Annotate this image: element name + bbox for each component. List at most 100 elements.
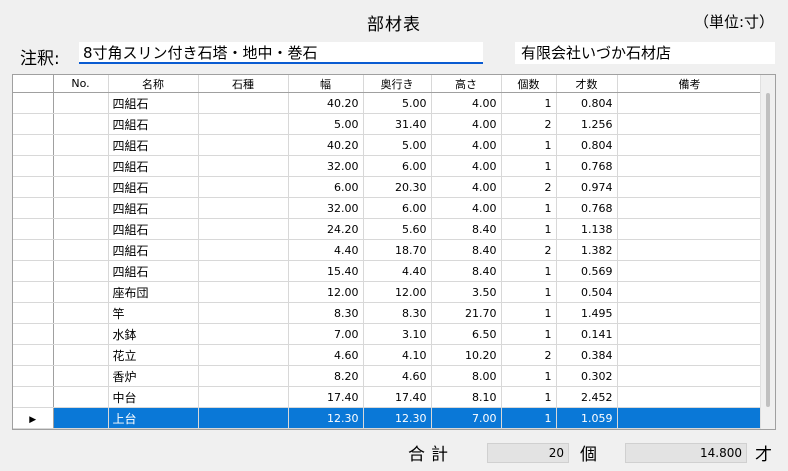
- cell-no[interactable]: [53, 344, 109, 366]
- cell-width[interactable]: 8.30: [288, 302, 364, 324]
- cell-no[interactable]: [53, 134, 109, 156]
- row-header[interactable]: [13, 239, 54, 261]
- row-header[interactable]: [13, 344, 54, 366]
- cell-stone[interactable]: [198, 134, 289, 156]
- cell-name[interactable]: 上台: [108, 407, 199, 429]
- row-header[interactable]: [13, 281, 54, 303]
- cell-depth[interactable]: 4.10: [363, 344, 432, 366]
- cell-no[interactable]: [53, 92, 109, 114]
- cell-width[interactable]: 4.60: [288, 344, 364, 366]
- table-row[interactable]: 四組石 4.40 18.70 8.40 2 1.382: [13, 239, 763, 261]
- cell-depth[interactable]: 4.60: [363, 365, 432, 387]
- row-header[interactable]: [13, 365, 54, 387]
- cell-height[interactable]: 8.40: [431, 260, 502, 282]
- row-header[interactable]: [13, 176, 54, 198]
- cell-name[interactable]: 四組石: [108, 239, 199, 261]
- cell-height[interactable]: 4.00: [431, 134, 502, 156]
- cell-note[interactable]: [617, 92, 763, 114]
- cell-sai[interactable]: 1.495: [556, 302, 618, 324]
- cell-stone[interactable]: [198, 302, 289, 324]
- cell-note[interactable]: [617, 134, 763, 156]
- col-header-name[interactable]: 名称: [108, 75, 199, 93]
- cell-stone[interactable]: [198, 281, 289, 303]
- cell-qty[interactable]: 2: [501, 176, 557, 198]
- cell-note[interactable]: [617, 365, 763, 387]
- cell-note[interactable]: [617, 155, 763, 177]
- cell-qty[interactable]: 1: [501, 260, 557, 282]
- cell-no[interactable]: [53, 281, 109, 303]
- cell-no[interactable]: [53, 323, 109, 345]
- cell-height[interactable]: 3.50: [431, 281, 502, 303]
- cell-no[interactable]: [53, 260, 109, 282]
- cell-depth[interactable]: 6.00: [363, 197, 432, 219]
- cell-no[interactable]: [53, 386, 109, 408]
- cell-name[interactable]: 四組石: [108, 197, 199, 219]
- cell-name[interactable]: 花立: [108, 344, 199, 366]
- cell-height[interactable]: 21.70: [431, 302, 502, 324]
- cell-width[interactable]: 32.00: [288, 197, 364, 219]
- cell-qty[interactable]: 1: [501, 407, 557, 429]
- cell-stone[interactable]: [198, 386, 289, 408]
- cell-height[interactable]: 8.10: [431, 386, 502, 408]
- cell-height[interactable]: 8.00: [431, 365, 502, 387]
- cell-qty[interactable]: 1: [501, 134, 557, 156]
- cell-stone[interactable]: [198, 176, 289, 198]
- cell-name[interactable]: 四組石: [108, 176, 199, 198]
- cell-note[interactable]: [617, 344, 763, 366]
- table-row[interactable]: 四組石 40.20 5.00 4.00 1 0.804: [13, 92, 763, 114]
- cell-stone[interactable]: [198, 113, 289, 135]
- col-header-qty[interactable]: 個数: [501, 75, 557, 93]
- cell-note[interactable]: [617, 323, 763, 345]
- cell-sai[interactable]: 0.974: [556, 176, 618, 198]
- cell-no[interactable]: [53, 407, 109, 429]
- cell-depth[interactable]: 20.30: [363, 176, 432, 198]
- row-header[interactable]: [13, 386, 54, 408]
- cell-note[interactable]: [617, 386, 763, 408]
- cell-sai[interactable]: 0.768: [556, 197, 618, 219]
- cell-height[interactable]: 4.00: [431, 113, 502, 135]
- cell-no[interactable]: [53, 155, 109, 177]
- cell-depth[interactable]: 18.70: [363, 239, 432, 261]
- cell-width[interactable]: 4.40: [288, 239, 364, 261]
- cell-width[interactable]: 7.00: [288, 323, 364, 345]
- cell-stone[interactable]: [198, 365, 289, 387]
- row-header[interactable]: [13, 155, 54, 177]
- row-header[interactable]: [13, 113, 54, 135]
- col-header-depth[interactable]: 奥行き: [363, 75, 432, 93]
- cell-qty[interactable]: 1: [501, 302, 557, 324]
- cell-stone[interactable]: [198, 407, 289, 429]
- cell-name[interactable]: 四組石: [108, 92, 199, 114]
- cell-sai[interactable]: 1.138: [556, 218, 618, 240]
- cell-stone[interactable]: [198, 92, 289, 114]
- cell-stone[interactable]: [198, 344, 289, 366]
- cell-sai[interactable]: 0.384: [556, 344, 618, 366]
- cell-name[interactable]: 四組石: [108, 113, 199, 135]
- cell-qty[interactable]: 2: [501, 239, 557, 261]
- cell-name[interactable]: 座布団: [108, 281, 199, 303]
- row-header[interactable]: [13, 260, 54, 282]
- cell-width[interactable]: 15.40: [288, 260, 364, 282]
- cell-sai[interactable]: 0.804: [556, 92, 618, 114]
- row-header[interactable]: [13, 197, 54, 219]
- cell-sai[interactable]: 0.768: [556, 155, 618, 177]
- parts-grid[interactable]: No. 名称 石種 幅 奥行き 高さ 個数 才数 備考 四組石 40.20 5.00…: [12, 74, 776, 430]
- scrollbar-thumb[interactable]: [766, 93, 770, 407]
- cell-width[interactable]: 6.00: [288, 176, 364, 198]
- cell-height[interactable]: 4.00: [431, 176, 502, 198]
- cell-note[interactable]: [617, 197, 763, 219]
- cell-height[interactable]: 4.00: [431, 155, 502, 177]
- cell-qty[interactable]: 1: [501, 281, 557, 303]
- cell-width[interactable]: 40.20: [288, 92, 364, 114]
- cell-qty[interactable]: 1: [501, 365, 557, 387]
- cell-stone[interactable]: [198, 260, 289, 282]
- col-header-width[interactable]: 幅: [288, 75, 364, 93]
- cell-name[interactable]: 水鉢: [108, 323, 199, 345]
- vertical-scrollbar[interactable]: [760, 75, 775, 429]
- cell-sai[interactable]: 0.569: [556, 260, 618, 282]
- table-row[interactable]: 四組石 32.00 6.00 4.00 1 0.768: [13, 155, 763, 177]
- cell-width[interactable]: 32.00: [288, 155, 364, 177]
- cell-name[interactable]: 四組石: [108, 134, 199, 156]
- cell-note[interactable]: [617, 302, 763, 324]
- cell-no[interactable]: [53, 239, 109, 261]
- cell-note[interactable]: [617, 239, 763, 261]
